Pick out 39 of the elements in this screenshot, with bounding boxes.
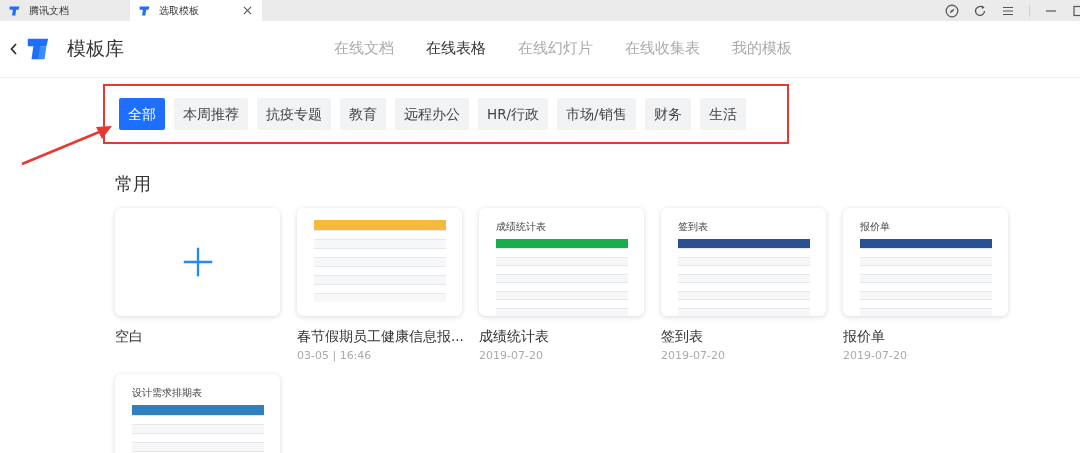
logo-icon: [138, 4, 151, 17]
preview-title: 签到表: [677, 220, 709, 234]
category-tab[interactable]: 全部: [119, 98, 165, 130]
template-date: 03-05 | 16:46: [297, 349, 373, 362]
category-tab[interactable]: 本周推荐: [174, 98, 248, 130]
close-icon[interactable]: [243, 6, 252, 15]
browser-tab[interactable]: 选取模板: [130, 0, 262, 21]
template-card[interactable]: 设计需求排期表: [115, 374, 280, 453]
category-tab[interactable]: 教育: [340, 98, 386, 130]
category-tab[interactable]: 远程办公: [395, 98, 469, 130]
preview-title: 报价单: [859, 220, 891, 234]
category-tab[interactable]: 财务: [644, 98, 691, 130]
template-card[interactable]: 成绩统计表: [479, 208, 644, 316]
preview-title: 成绩统计表: [495, 220, 547, 234]
page-title: 模板库: [67, 36, 125, 61]
compass-icon[interactable]: [945, 3, 959, 18]
template-date: 2019-07-20: [479, 349, 544, 362]
category-tab[interactable]: HR/行政: [478, 98, 549, 130]
logo-icon: [8, 4, 21, 17]
browser-tab[interactable]: 腾讯文档: [0, 0, 130, 21]
template-name: 报价单: [843, 328, 886, 346]
template-card[interactable]: 报价单: [843, 208, 1008, 316]
category-tab[interactable]: 抗疫专题: [257, 98, 331, 130]
template-date: 2019-07-20: [843, 349, 908, 362]
template-card[interactable]: 签到表: [661, 208, 826, 316]
category-tab[interactable]: 市场/销售: [557, 98, 636, 130]
template-name: 空白: [115, 328, 144, 346]
refresh-icon[interactable]: [973, 3, 987, 18]
category-tab[interactable]: 生活: [699, 98, 746, 130]
back-icon[interactable]: [10, 43, 18, 55]
template-name: 成绩统计表: [479, 328, 550, 346]
logo-icon: [25, 36, 51, 62]
section-title: 常用: [115, 172, 152, 196]
template-name: 春节假期员工健康信息报...: [297, 328, 462, 346]
plus-icon: [181, 246, 214, 278]
preview-title: 设计需求排期表: [131, 386, 203, 400]
nav-tab[interactable]: 在线表格: [426, 30, 486, 68]
template-date: 2019-07-20: [661, 349, 726, 362]
template-name: 签到表: [661, 328, 704, 346]
